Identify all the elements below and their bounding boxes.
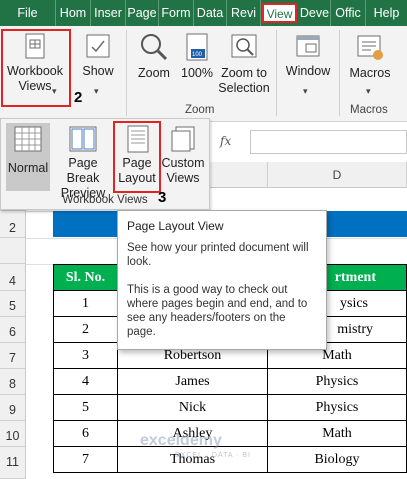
cell-sl[interactable]: 5 — [54, 395, 118, 421]
zoom-button[interactable]: Zoom — [134, 32, 174, 81]
watermark-logo: exceldemy — [140, 432, 222, 449]
tab-developer[interactable]: Deve — [299, 0, 331, 26]
custom-views-button[interactable]: Custom Views — [161, 123, 205, 191]
watermark-tagline: EXCEL · DATA · BI — [175, 452, 251, 459]
cell-sl[interactable]: 1 — [54, 291, 118, 317]
workbook-views-group-label: Workbook Views — [62, 194, 148, 206]
zoom-group-label: Zoom — [185, 104, 215, 116]
tab-data[interactable]: Data — [194, 0, 227, 26]
cell-sl[interactable]: 4 — [54, 369, 118, 395]
ribbon-tab-bar: File Hom Inser Page Form Data Revi View … — [0, 0, 407, 26]
zoom-to-selection-label-line2: Selection — [218, 81, 270, 95]
macros-label: Macros — [349, 66, 391, 80]
insert-function-icon[interactable]: fx — [220, 134, 231, 148]
tab-office[interactable]: Offic — [331, 0, 366, 26]
window-label: Window — [285, 64, 331, 78]
row-header[interactable]: 8 — [0, 369, 26, 395]
normal-view-button[interactable]: Normal — [6, 123, 50, 191]
row-header[interactable]: 11 — [0, 447, 26, 479]
macros-group-label: Macros — [350, 104, 388, 116]
workbook-views-dropdown: Normal Page Break Preview Page Layout Cu… — [0, 118, 210, 210]
tab-page-layout[interactable]: Page — [126, 0, 159, 26]
row-header[interactable]: 4 — [0, 264, 26, 291]
custom-views-label-line2: Views — [166, 171, 200, 185]
window-icon — [296, 35, 320, 57]
show-icon — [86, 34, 110, 58]
zoom-label: Zoom — [138, 66, 170, 80]
page-layout-highlight — [113, 121, 161, 193]
custom-views-icon — [171, 126, 195, 152]
zoom-to-selection-button[interactable]: Zoom to Selection — [216, 32, 272, 96]
cell-sl[interactable]: 6 — [54, 421, 118, 447]
callout-number-3: 3 — [158, 189, 167, 206]
page-layout-tooltip: Page Layout View See how your printed do… — [117, 210, 327, 350]
row-header[interactable]: 7 — [0, 343, 26, 369]
page-break-preview-label-line1: Page Break — [66, 156, 100, 185]
page-break-preview-button[interactable]: Page Break Preview — [53, 123, 113, 200]
header-sl-no[interactable]: Sl. No. — [54, 265, 118, 291]
normal-view-label: Normal — [7, 161, 49, 175]
cell-department[interactable]: Math — [268, 421, 406, 447]
macros-icon — [357, 35, 383, 60]
zoom-to-selection-icon — [231, 34, 257, 58]
cell-sl[interactable]: 3 — [54, 343, 118, 369]
formula-input[interactable] — [250, 130, 407, 154]
show-label: Show — [82, 64, 114, 78]
window-button[interactable]: Window — [283, 32, 333, 79]
tab-view[interactable]: View — [262, 3, 297, 23]
normal-view-icon — [14, 126, 42, 152]
tab-insert[interactable]: Inser — [91, 0, 126, 26]
svg-text:100: 100 — [192, 52, 203, 58]
cell-name[interactable]: Nick — [118, 395, 268, 421]
chevron-down-icon: ▾ — [303, 86, 308, 96]
tab-file[interactable]: File — [0, 0, 56, 26]
ribbon-separator — [276, 30, 277, 116]
ribbon: Workbook Views ▾ 2 Show ▾ Zoom 100 100% — [0, 26, 407, 122]
page-break-preview-icon — [69, 126, 97, 152]
row-header[interactable]: 2 — [0, 211, 26, 238]
row-header[interactable]: 10 — [0, 421, 26, 447]
cell-name[interactable]: James — [118, 369, 268, 395]
row-header[interactable]: 5 — [0, 291, 26, 317]
cell-department[interactable]: Physics — [268, 369, 406, 395]
workbook-views-highlight — [1, 29, 71, 107]
zoom-to-selection-label-line1: Zoom to — [221, 66, 267, 80]
tab-help[interactable]: Help — [366, 0, 407, 26]
ribbon-separator — [339, 30, 340, 116]
custom-views-label-line1: Custom — [161, 156, 205, 170]
tab-formulas[interactable]: Form — [159, 0, 194, 26]
ribbon-separator — [126, 30, 127, 116]
macros-button[interactable]: Macros — [345, 32, 395, 81]
show-button[interactable]: Show — [80, 32, 116, 79]
magnifier-icon — [141, 34, 168, 61]
row-header[interactable]: 9 — [0, 395, 26, 421]
tooltip-line2: This is a good way to check out where pa… — [127, 284, 308, 338]
tab-home[interactable]: Hom — [56, 0, 91, 26]
cell-sl[interactable]: 7 — [54, 447, 118, 472]
zoom-100-icon: 100 — [186, 33, 208, 61]
tooltip-title: Page Layout View — [127, 219, 224, 233]
cell-name[interactable]: Thomas — [118, 447, 268, 472]
tooltip-line1: See how your printed document will look. — [127, 242, 309, 268]
tab-review[interactable]: Revi — [227, 0, 261, 26]
row-header[interactable]: 6 — [0, 317, 26, 343]
column-header-d[interactable]: D — [268, 162, 407, 188]
cell-sl[interactable]: 2 — [54, 317, 118, 343]
chevron-down-icon: ▾ — [94, 86, 99, 96]
chevron-down-icon: ▾ — [366, 86, 371, 96]
cell-department[interactable]: Physics — [268, 395, 406, 421]
row-header[interactable] — [0, 238, 26, 264]
zoom-100-button[interactable]: 100 100% — [180, 32, 214, 81]
zoom-100-label: 100% — [181, 66, 213, 80]
cell-department[interactable]: Biology — [268, 447, 406, 472]
callout-number-2: 2 — [74, 89, 83, 106]
